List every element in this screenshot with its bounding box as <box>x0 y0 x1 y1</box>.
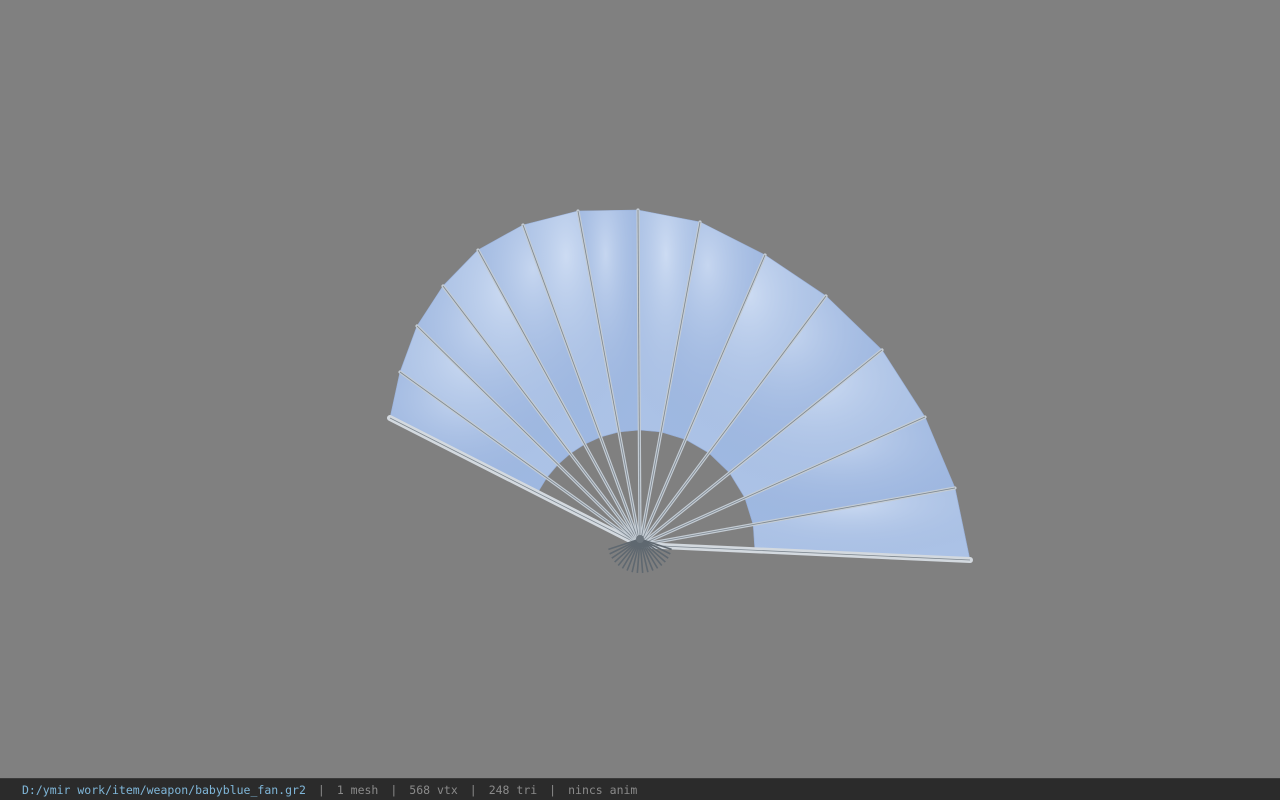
folding-fan-model <box>387 208 973 573</box>
file-path: D:/ymir work/item/weapon/babyblue_fan.gr… <box>22 782 306 797</box>
status-separator: | <box>469 782 477 797</box>
mesh-count: 1 mesh <box>336 782 379 797</box>
fan-pivot <box>636 535 644 543</box>
status-separator: | <box>317 782 325 797</box>
status-bar: D:/ymir work/item/weapon/babyblue_fan.gr… <box>0 778 1280 800</box>
status-separator: | <box>390 782 398 797</box>
vertex-count: 568 vtx <box>409 782 458 797</box>
status-separator: | <box>549 782 557 797</box>
triangle-count: 248 tri <box>488 782 538 797</box>
anim-status: nincs anim <box>568 782 638 797</box>
3d-viewport[interactable] <box>0 0 1280 778</box>
